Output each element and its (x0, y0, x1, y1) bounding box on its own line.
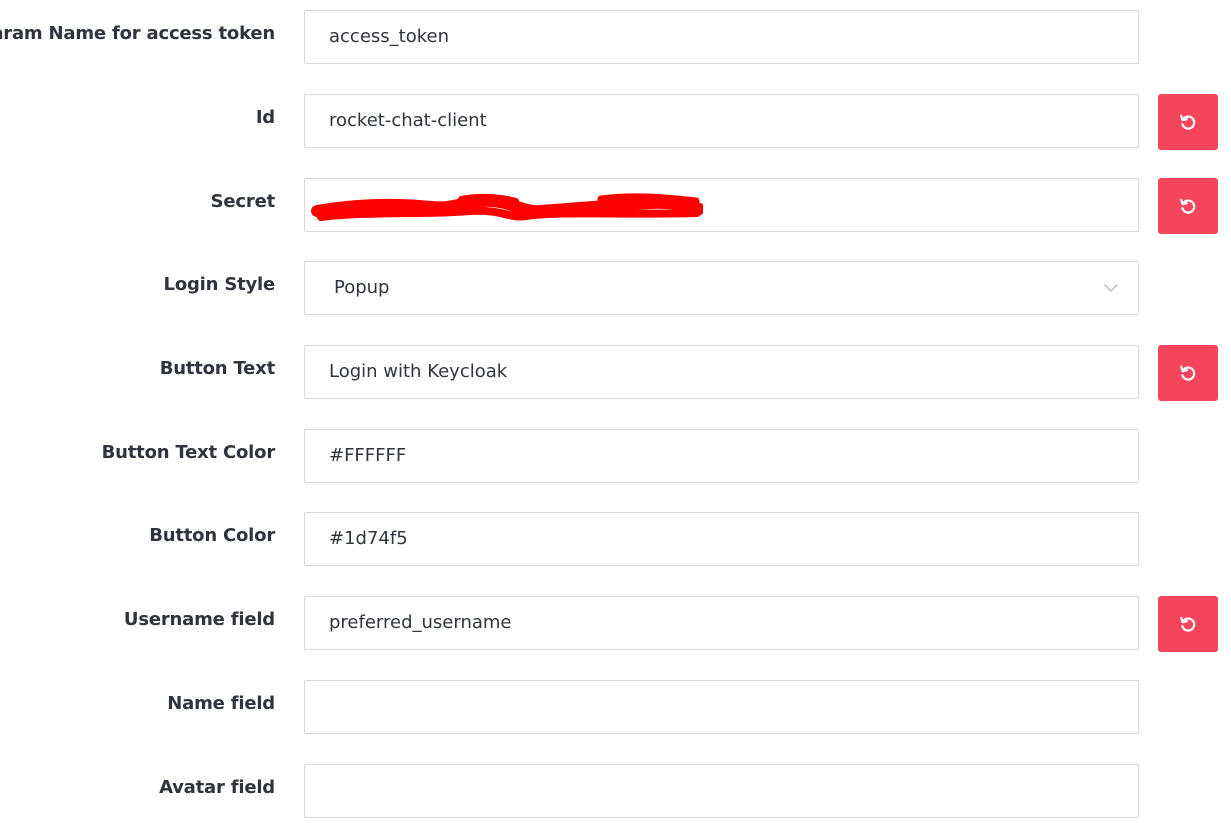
id-value: rocket-chat-client (329, 110, 487, 131)
login-style-label: Login Style (163, 274, 276, 295)
setting-row-id: Id rocket-chat-client (0, 94, 1231, 150)
username-field-value: preferred_username (329, 612, 512, 633)
secret-label: Secret (210, 191, 276, 212)
setting-row-login-style: Login Style Popup (0, 261, 1231, 317)
setting-row-username-field: Username field preferred_username (0, 596, 1231, 652)
setting-row-param-name: Param Name for access token access_token (0, 10, 1231, 66)
id-reset-button[interactable] (1158, 94, 1218, 150)
button-text-color-input[interactable]: #FFFFFF (304, 429, 1139, 483)
setting-row-secret: Secret (0, 178, 1231, 234)
param-name-value: access_token (329, 26, 449, 47)
avatar-field-input[interactable] (304, 764, 1139, 818)
setting-row-name-field: Name field (0, 680, 1231, 736)
secret-input[interactable] (304, 178, 1139, 232)
username-field-input[interactable]: preferred_username (304, 596, 1139, 650)
setting-row-button-text: Button Text Login with Keycloak (0, 345, 1231, 401)
username-field-reset-button[interactable] (1158, 596, 1218, 652)
chevron-down-icon (1104, 284, 1118, 292)
undo-icon (1180, 365, 1196, 381)
name-field-input[interactable] (304, 680, 1139, 734)
param-name-label: Param Name for access token (0, 23, 275, 44)
button-color-input[interactable]: #1d74f5 (304, 512, 1139, 566)
undo-icon (1180, 114, 1196, 130)
undo-icon (1180, 198, 1196, 214)
button-text-value: Login with Keycloak (329, 361, 508, 382)
setting-row-button-color: Button Color #1d74f5 (0, 512, 1231, 568)
id-label: Id (255, 107, 275, 128)
id-input[interactable]: rocket-chat-client (304, 94, 1139, 148)
setting-row-avatar-field: Avatar field (0, 764, 1231, 820)
secret-reset-button[interactable] (1158, 178, 1218, 234)
undo-icon (1180, 616, 1196, 632)
button-text-color-label: Button Text Color (101, 442, 276, 463)
button-color-value: #1d74f5 (329, 528, 408, 549)
setting-row-button-text-color: Button Text Color #FFFFFF (0, 429, 1231, 485)
button-text-color-value: #FFFFFF (329, 445, 407, 466)
name-field-label: Name field (167, 693, 275, 714)
button-color-label: Button Color (149, 525, 275, 546)
login-style-value: Popup (334, 277, 390, 298)
param-name-input[interactable]: access_token (304, 10, 1139, 64)
button-text-reset-button[interactable] (1158, 345, 1218, 401)
avatar-field-label: Avatar field (159, 777, 275, 798)
redaction-scribble (311, 193, 703, 221)
button-text-label: Button Text (159, 358, 276, 379)
login-style-select[interactable]: Popup (304, 261, 1139, 315)
button-text-input[interactable]: Login with Keycloak (304, 345, 1139, 399)
username-field-label: Username field (123, 609, 275, 630)
